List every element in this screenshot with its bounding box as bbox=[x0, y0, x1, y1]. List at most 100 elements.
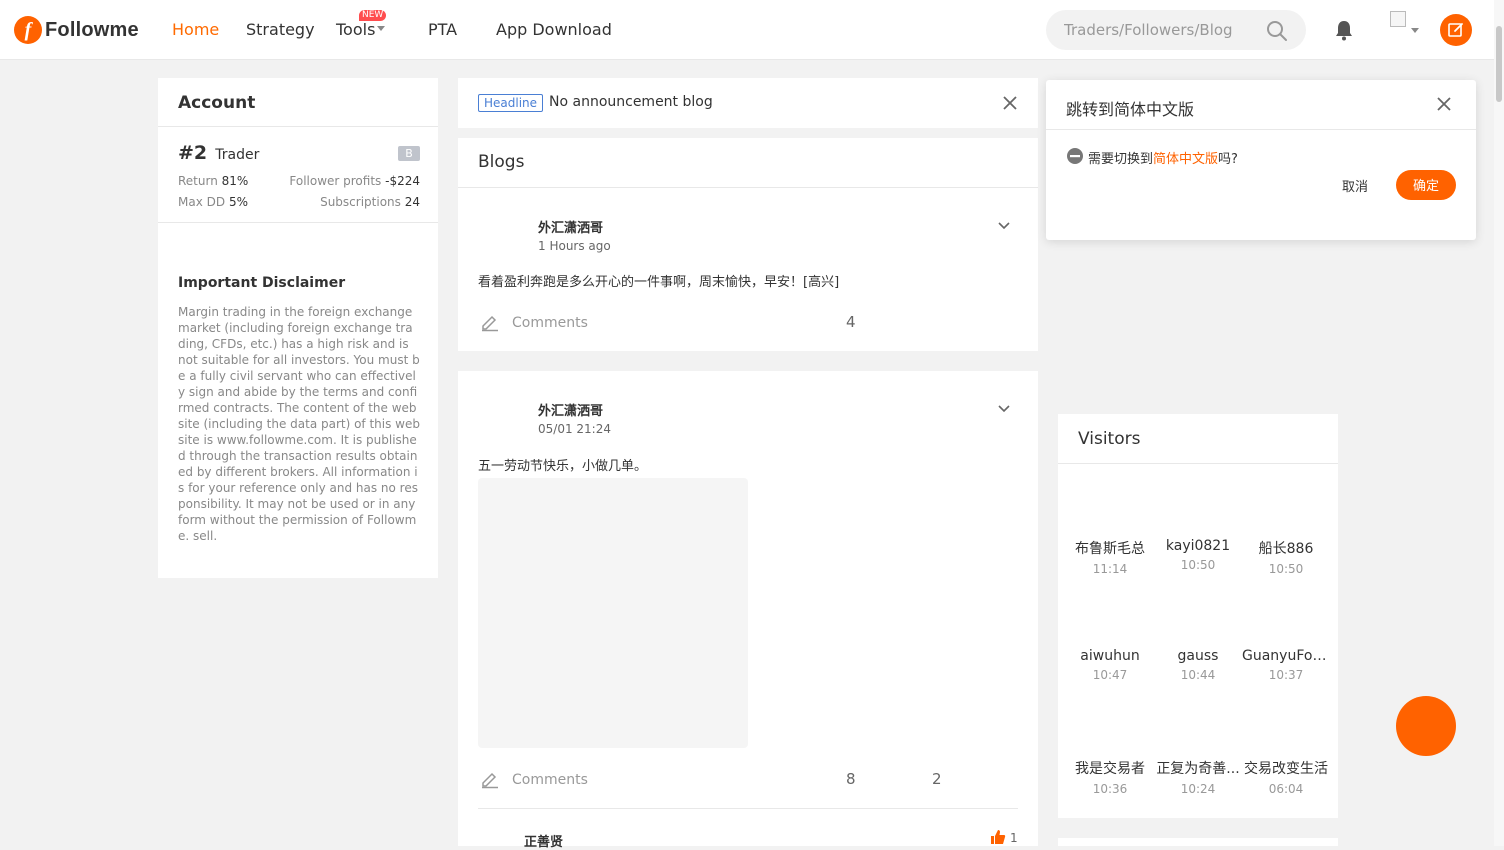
reply-likes: 1 bbox=[1010, 831, 1018, 845]
close-icon[interactable] bbox=[1437, 97, 1451, 111]
visitor-name: 交易改变生活 bbox=[1244, 761, 1328, 777]
headline-text: No announcement blog bbox=[549, 94, 713, 110]
visitor-time: 10:50 bbox=[1180, 558, 1216, 572]
scrollbar-thumb[interactable] bbox=[1496, 26, 1502, 102]
visitor-time: 10:24 bbox=[1180, 782, 1216, 796]
divider bbox=[478, 808, 1018, 809]
next-card bbox=[1058, 838, 1338, 846]
post-image[interactable] bbox=[478, 478, 748, 748]
post-time: 05/01 21:24 bbox=[538, 422, 611, 436]
visitor-item[interactable]: gauss 10:44 bbox=[1154, 648, 1242, 682]
subscriptions-stat: Subscriptions 24 bbox=[320, 195, 420, 209]
follower-profits-stat: Follower profits -$224 bbox=[289, 174, 420, 188]
nav-app-download[interactable]: App Download bbox=[496, 20, 612, 39]
chevron-down-icon[interactable] bbox=[997, 221, 1011, 231]
visitor-time: 06:04 bbox=[1268, 782, 1304, 796]
popup-question-link[interactable]: 简体中文版 bbox=[1153, 152, 1218, 167]
visitor-name: kayi0821 bbox=[1165, 538, 1231, 554]
visitor-item[interactable]: kayi0821 10:50 bbox=[1154, 538, 1242, 572]
nav-tools-label: Tools bbox=[336, 20, 376, 39]
post-time: 1 Hours ago bbox=[538, 239, 611, 253]
visitors-card: Visitors 布鲁斯毛总 11:14 kayi0821 10:50 船长886 1… bbox=[1058, 414, 1338, 818]
headline-tag: Headline bbox=[478, 94, 544, 112]
subscriptions-label: Subscriptions bbox=[320, 195, 401, 209]
search-input[interactable] bbox=[1062, 10, 1262, 50]
visitor-name: gauss bbox=[1177, 648, 1219, 664]
write-post-button[interactable] bbox=[1440, 14, 1472, 46]
visitor-name: 我是交易者 bbox=[1075, 761, 1145, 777]
account-rank-row: #2 Trader bbox=[178, 142, 259, 164]
thumbs-up-icon[interactable] bbox=[990, 829, 1006, 845]
visitor-time: 10:47 bbox=[1092, 668, 1128, 682]
comments-button[interactable]: Comments bbox=[512, 772, 588, 788]
new-badge: NEW bbox=[359, 10, 387, 21]
bell-icon[interactable] bbox=[1333, 19, 1355, 41]
visitors-title: Visitors bbox=[1078, 429, 1141, 449]
chevron-down-icon[interactable] bbox=[997, 404, 1011, 414]
search-box bbox=[1046, 10, 1306, 50]
popup-question-suffix: 吗? bbox=[1218, 152, 1238, 167]
post-count[interactable]: 4 bbox=[846, 313, 856, 331]
return-stat: Return 81% bbox=[178, 174, 248, 188]
floating-action-button[interactable] bbox=[1396, 696, 1456, 756]
nav-strategy[interactable]: Strategy bbox=[246, 20, 315, 39]
popup-question: 需要切换到简体中文版吗? bbox=[1088, 148, 1238, 167]
post-card: 外汇潇洒哥 05/01 21:24 五一劳动节快乐，小做几单。 Comments… bbox=[458, 371, 1038, 850]
maxdd-value: 5% bbox=[228, 195, 248, 209]
return-value: 81% bbox=[221, 174, 249, 188]
post-author[interactable]: 外汇潇洒哥 bbox=[538, 400, 603, 419]
nav-pta[interactable]: PTA bbox=[428, 20, 457, 39]
post-author[interactable]: 外汇潇洒哥 bbox=[538, 217, 603, 236]
nav-tools[interactable]: Tools bbox=[336, 20, 386, 39]
visitor-item[interactable]: aiwuhun 10:47 bbox=[1066, 648, 1154, 682]
subscriptions-value: 24 bbox=[404, 195, 420, 209]
disclaimer-text: Margin trading in the foreign exchange m… bbox=[178, 305, 420, 543]
account-role: Trader bbox=[215, 147, 260, 163]
return-label: Return bbox=[178, 174, 218, 188]
divider bbox=[1046, 129, 1476, 130]
divider bbox=[458, 187, 1038, 188]
avatar-dropdown-icon[interactable] bbox=[1411, 28, 1419, 33]
cancel-button[interactable]: 取消 bbox=[1342, 176, 1368, 195]
followme-logo[interactable]: f Followme bbox=[14, 14, 139, 46]
comment-edit-icon[interactable] bbox=[480, 312, 500, 332]
confirm-button[interactable]: 确定 bbox=[1396, 170, 1456, 200]
visitor-name: 布鲁斯毛总 bbox=[1075, 541, 1145, 557]
divider bbox=[1058, 463, 1338, 464]
visitor-item[interactable]: 船长886 10:50 bbox=[1242, 538, 1330, 576]
logo-text: Followme bbox=[45, 18, 139, 41]
visitor-item[interactable]: 交易改变生活 06:04 bbox=[1242, 758, 1330, 796]
visitor-item[interactable]: 正复为奇善... 10:24 bbox=[1154, 758, 1242, 796]
popup-title: 跳转到简体中文版 bbox=[1066, 100, 1195, 119]
search-icon[interactable] bbox=[1266, 20, 1288, 42]
avatar[interactable] bbox=[1390, 11, 1406, 27]
follower-profits-label: Follower profits bbox=[289, 174, 382, 188]
post-count[interactable]: 2 bbox=[932, 770, 942, 788]
comment-edit-icon[interactable] bbox=[480, 769, 500, 789]
info-icon bbox=[1067, 148, 1083, 164]
scrollbar[interactable] bbox=[1494, 0, 1504, 846]
top-header: f Followme Home Strategy Tools NEW PTA A… bbox=[0, 0, 1494, 60]
post-count[interactable]: 8 bbox=[846, 770, 856, 788]
broker-badge: B bbox=[398, 146, 420, 161]
visitor-time: 10:44 bbox=[1180, 668, 1216, 682]
visitor-name: GuanyuFor... bbox=[1242, 648, 1330, 664]
visitor-item[interactable]: GuanyuFor... 10:37 bbox=[1242, 648, 1330, 682]
reply-author[interactable]: 正善贤 bbox=[524, 831, 563, 850]
visitor-name: 船长886 bbox=[1258, 541, 1314, 557]
account-rank: #2 bbox=[178, 142, 208, 164]
blogs-card: Blogs 外汇潇洒哥 1 Hours ago 看着盈利奔跑是多么开心的一件事啊… bbox=[458, 138, 1038, 351]
headline-card: Headline No announcement blog bbox=[458, 78, 1038, 128]
nav-home[interactable]: Home bbox=[172, 20, 219, 39]
comments-button[interactable]: Comments bbox=[512, 315, 588, 331]
maxdd-label: Max DD bbox=[178, 195, 226, 209]
divider bbox=[158, 126, 438, 127]
visitor-time: 10:37 bbox=[1268, 668, 1304, 682]
visitor-time: 10:36 bbox=[1092, 782, 1128, 796]
popup-question-prefix: 需要切换到 bbox=[1088, 152, 1154, 167]
visitor-item[interactable]: 我是交易者 10:36 bbox=[1066, 758, 1154, 796]
visitor-time: 11:14 bbox=[1092, 562, 1128, 576]
visitor-item[interactable]: 布鲁斯毛总 11:14 bbox=[1066, 538, 1154, 576]
close-icon[interactable] bbox=[1003, 96, 1017, 110]
language-popup: 跳转到简体中文版 需要切换到简体中文版吗? 取消 确定 bbox=[1046, 80, 1476, 240]
